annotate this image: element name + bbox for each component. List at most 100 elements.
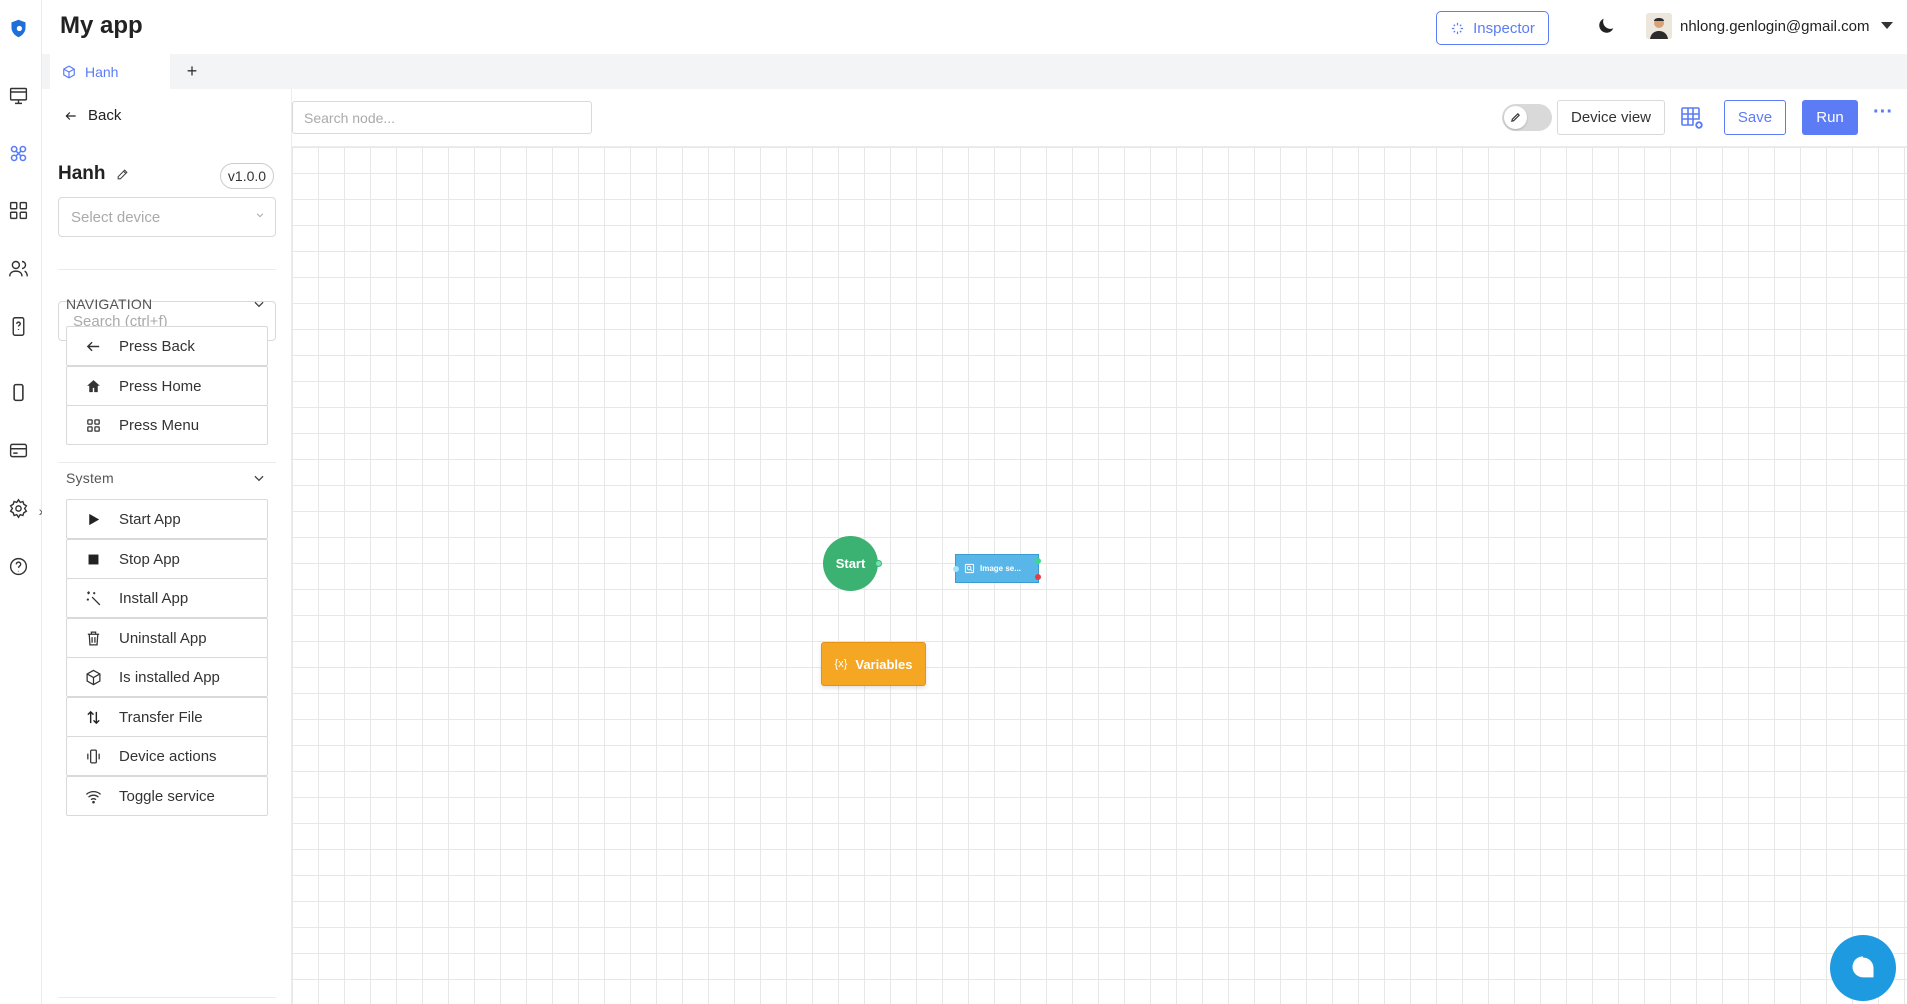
vibrate-icon	[86, 748, 100, 764]
node-press-menu[interactable]: Press Menu	[66, 405, 268, 445]
node-uninstall-app[interactable]: Uninstall App	[66, 618, 268, 658]
app-header: My app Inspector nhlong.genlogin@gmail.c…	[42, 0, 1907, 54]
home-icon	[86, 379, 100, 392]
add-tab-button[interactable]: +	[177, 54, 207, 89]
app-title: My app	[60, 12, 143, 39]
help-icon[interactable]	[7, 555, 29, 577]
node-press-back[interactable]: Press Back	[66, 326, 268, 366]
caret-down-icon[interactable]	[1881, 22, 1893, 29]
node-label: Transfer File	[119, 708, 203, 726]
node-transfer-file[interactable]: Transfer File	[66, 697, 268, 737]
node-search-placeholder: Search node...	[304, 109, 396, 126]
node-start-app[interactable]: Start App	[66, 499, 268, 539]
cube-icon	[85, 669, 101, 685]
chevron-down-icon	[256, 213, 264, 218]
node-label: Press Menu	[119, 416, 200, 434]
variables-icon: {x}	[834, 658, 848, 670]
node-device-actions[interactable]: Device actions	[66, 736, 268, 776]
save-button[interactable]: Save	[1724, 100, 1786, 135]
settings-icon[interactable]	[7, 497, 29, 519]
node-press-home[interactable]: Press Home	[66, 366, 268, 406]
more-options-icon[interactable]: ···	[1872, 102, 1894, 127]
project-name: Hanh	[58, 163, 129, 185]
arrow-left-icon	[86, 341, 99, 351]
divider	[58, 462, 276, 463]
user-email: nhlong.genlogin@gmail.com	[1680, 17, 1870, 35]
tab-label: Hanh	[85, 63, 119, 80]
error-port[interactable]	[1035, 574, 1041, 580]
divider	[58, 997, 276, 998]
sparkle-icon	[1452, 22, 1464, 34]
edit-icon[interactable]	[116, 168, 129, 181]
variables-node-label: Variables	[855, 656, 913, 672]
node-label: Install App	[119, 589, 189, 607]
node-toggle-service[interactable]: Toggle service	[66, 776, 268, 816]
image-node-label: Image se...	[980, 564, 1021, 573]
input-port[interactable]	[953, 566, 959, 572]
phone-help-icon[interactable]	[7, 315, 29, 337]
node-label: Device actions	[119, 747, 217, 765]
node-panel: Back Hanh v1.0.0 Select device Search (c…	[42, 89, 292, 1004]
wifi-icon	[85, 790, 101, 804]
magic-wand-icon	[86, 590, 100, 605]
device-view-button[interactable]: Device view	[1557, 100, 1665, 135]
card-icon[interactable]	[7, 439, 29, 461]
divider	[58, 269, 276, 270]
grid-icon	[86, 418, 100, 432]
flow-canvas[interactable]: Start Image se... {x} Variables	[292, 147, 1907, 1004]
edit-mode-toggle[interactable]	[1502, 104, 1552, 131]
node-search-input[interactable]: Search node...	[292, 101, 592, 134]
back-button[interactable]: Back	[64, 107, 121, 124]
output-port[interactable]	[875, 560, 882, 567]
version-badge: v1.0.0	[220, 163, 274, 189]
device-select[interactable]: Select device	[58, 197, 276, 237]
run-button[interactable]: Run	[1802, 100, 1858, 135]
arrow-left-icon	[65, 111, 76, 120]
inspector-label: Inspector	[1473, 19, 1535, 37]
back-label: Back	[88, 107, 122, 124]
project-name-text: Hanh	[58, 163, 106, 184]
section-system: System	[66, 470, 114, 486]
node-stop-app[interactable]: Stop App	[66, 539, 268, 579]
variables-node[interactable]: {x} Variables	[821, 642, 926, 686]
node-label: Stop App	[119, 550, 180, 568]
pencil-icon	[1504, 106, 1527, 129]
chat-icon	[1852, 956, 1874, 978]
success-port[interactable]	[1035, 558, 1041, 564]
node-label: Press Back	[119, 337, 195, 355]
tab-hanh[interactable]: Hanh	[50, 54, 170, 89]
mobile-icon[interactable]	[7, 381, 29, 403]
table-add-icon[interactable]	[1680, 106, 1704, 130]
tab-bar: Hanh +	[42, 54, 1907, 89]
user-menu[interactable]: nhlong.genlogin@gmail.com	[1646, 13, 1870, 39]
cube-icon	[63, 64, 75, 79]
section-navigation: NAVIGATION	[66, 296, 153, 312]
dashboard-icon[interactable]	[7, 84, 29, 106]
node-label: Uninstall App	[119, 629, 207, 647]
automation-icon[interactable]	[7, 142, 29, 164]
moon-icon[interactable]	[1595, 15, 1617, 37]
chat-support-button[interactable]	[1830, 935, 1896, 1001]
image-search-icon	[964, 563, 975, 574]
play-icon	[88, 513, 99, 525]
avatar	[1646, 13, 1672, 39]
start-node[interactable]: Start	[823, 536, 882, 591]
apps-grid-icon[interactable]	[7, 199, 29, 221]
users-icon[interactable]	[7, 257, 29, 279]
chevron-down-icon[interactable]	[252, 297, 266, 311]
node-label: Press Home	[119, 377, 202, 395]
canvas-toolbar: Search node... Device view Save Run ···	[292, 89, 1907, 147]
chevron-down-icon[interactable]	[252, 471, 266, 485]
inspector-button[interactable]: Inspector	[1436, 11, 1549, 45]
node-label: Is installed App	[119, 668, 220, 686]
node-label: Start App	[119, 510, 181, 528]
node-label: Toggle service	[119, 787, 215, 805]
stop-icon	[88, 554, 98, 564]
trash-icon	[87, 630, 99, 646]
logo-icon[interactable]	[7, 17, 29, 39]
image-search-node[interactable]: Image se...	[953, 554, 1041, 583]
node-is-installed-app[interactable]: Is installed App	[66, 657, 268, 697]
node-install-app[interactable]: Install App	[66, 578, 268, 618]
start-node-label: Start	[835, 556, 866, 571]
device-select-placeholder: Select device	[71, 208, 161, 226]
